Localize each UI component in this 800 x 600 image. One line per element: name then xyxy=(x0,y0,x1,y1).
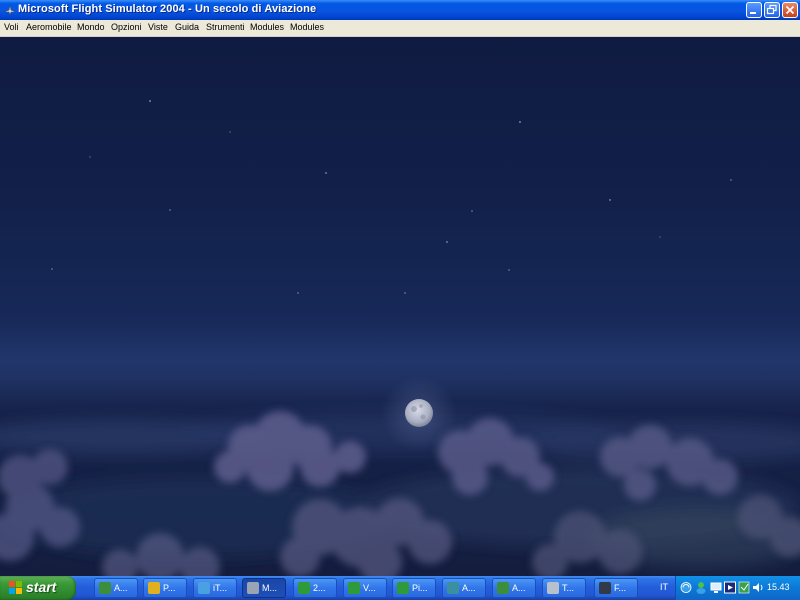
menu-modules[interactable]: Modules xyxy=(250,22,284,32)
flight-sim-app-icon[interactable] xyxy=(3,3,17,17)
network-icon[interactable] xyxy=(680,581,692,594)
media-icon[interactable] xyxy=(724,581,736,594)
taskbar-button[interactable]: T... xyxy=(542,578,586,598)
close-button[interactable] xyxy=(782,2,798,18)
clock[interactable]: 15.43 xyxy=(767,582,790,592)
plane-icon xyxy=(547,582,559,594)
taskbar-button[interactable]: P... xyxy=(143,578,187,598)
close-icon xyxy=(785,5,795,15)
menu-opzioni[interactable]: Opzioni xyxy=(111,22,142,32)
menu-modules-2[interactable]: Modules xyxy=(290,22,324,32)
taskbar-button-label: F... xyxy=(614,583,627,593)
taskbar-button[interactable]: iT... xyxy=(193,578,237,598)
taskbar-button[interactable]: V... xyxy=(343,578,387,598)
taskbar-button-label: T... xyxy=(562,583,575,593)
start-button[interactable]: start xyxy=(0,576,76,600)
start-label: start xyxy=(26,579,57,595)
antivirus-icon[interactable] xyxy=(738,581,750,594)
menu-guida[interactable]: Guida xyxy=(175,22,199,32)
windows-logo-icon xyxy=(9,581,22,594)
menu-viste[interactable]: Viste xyxy=(148,22,168,32)
taskbar-button-label: V... xyxy=(363,583,376,593)
taskbar-button[interactable]: Pi... xyxy=(392,578,436,598)
excel-icon xyxy=(397,582,409,594)
taskbar-button-label: M... xyxy=(262,583,277,593)
minimize-icon xyxy=(750,12,756,14)
taskbar-button-label: iT... xyxy=(213,583,228,593)
menu-aeromobile[interactable]: Aeromobile xyxy=(26,22,72,32)
taskbar-button-label: 2... xyxy=(313,583,326,593)
app-icon xyxy=(99,582,111,594)
excel-icon xyxy=(348,582,360,594)
restore-icon xyxy=(766,4,777,15)
language-indicator[interactable]: IT xyxy=(660,582,668,592)
taskbar-button-label: P... xyxy=(163,583,176,593)
menu-mondo[interactable]: Mondo xyxy=(77,22,105,32)
moon xyxy=(405,399,433,427)
taskbar-button[interactable]: M... xyxy=(242,578,286,598)
minimize-button[interactable] xyxy=(746,2,762,18)
taskbar-button[interactable]: 2... xyxy=(293,578,337,598)
app-icon xyxy=(497,582,509,594)
volume-icon[interactable] xyxy=(752,581,764,594)
messenger-icon[interactable] xyxy=(695,581,707,594)
simulator-3d-view[interactable] xyxy=(0,37,800,576)
itunes-icon xyxy=(198,582,210,594)
taskbar-button-label: A... xyxy=(114,583,128,593)
restore-button[interactable] xyxy=(764,2,780,18)
taskbar: start A... P... iT... M... 2... V... Pi... A...… xyxy=(0,576,800,600)
menu-voli[interactable]: Voli xyxy=(4,22,19,32)
menu-strumenti[interactable]: Strumenti xyxy=(206,22,245,32)
stars xyxy=(51,100,732,294)
flight-sim-icon xyxy=(247,582,259,594)
monitor-icon xyxy=(599,582,611,594)
app-icon xyxy=(148,582,160,594)
taskbar-button[interactable]: A... xyxy=(492,578,536,598)
excel-icon xyxy=(298,582,310,594)
taskbar-button-label: A... xyxy=(512,583,526,593)
monitor-icon[interactable] xyxy=(710,581,722,594)
menu-bar: Voli Aeromobile Mondo Opzioni Viste Guid… xyxy=(0,20,800,37)
taskbar-button[interactable]: A... xyxy=(94,578,138,598)
title-bar[interactable]: Microsoft Flight Simulator 2004 - Un sec… xyxy=(0,0,800,21)
window-title: Microsoft Flight Simulator 2004 - Un sec… xyxy=(18,3,317,15)
app-icon xyxy=(447,582,459,594)
taskbar-button[interactable]: F... xyxy=(594,578,638,598)
taskbar-button[interactable]: A... xyxy=(442,578,486,598)
night-sky-scene xyxy=(0,100,800,576)
taskbar-button-label: Pi... xyxy=(412,583,428,593)
taskbar-button-label: A... xyxy=(462,583,476,593)
